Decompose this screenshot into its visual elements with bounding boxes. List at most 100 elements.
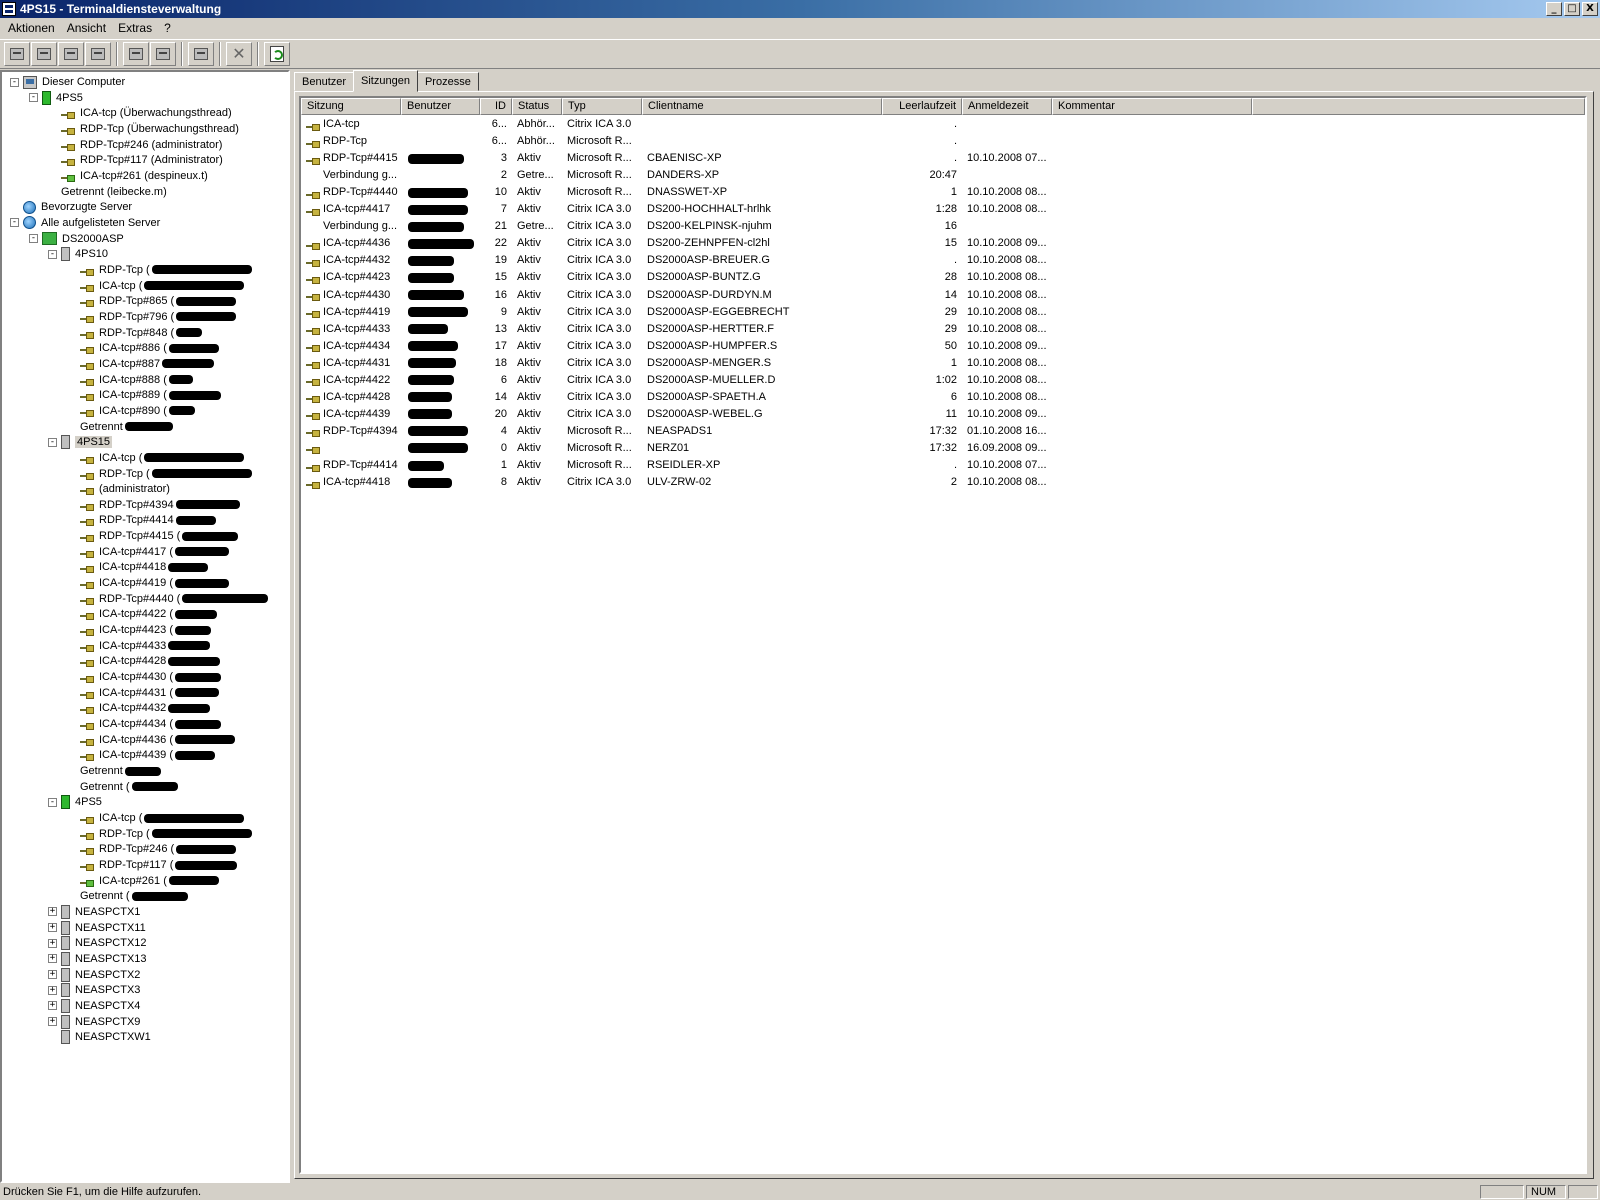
tree-node[interactable]: Getrennt (leibecke.m)	[48, 184, 167, 200]
tree-node[interactable]: + NEASPCTX1	[48, 904, 140, 920]
tree-node[interactable]: ICA-tcp#4418	[67, 559, 209, 575]
tree-node[interactable]: ICA-tcp#261 (	[67, 873, 219, 889]
tree-node[interactable]: - 4PS5	[48, 794, 102, 810]
table-row[interactable]: Verbindung g... 2 Getre... Microsoft R... DA…	[301, 167, 1585, 184]
column-header[interactable]	[1252, 98, 1585, 115]
table-row[interactable]: RDP-Tcp 6... Abhör... Microsoft R....	[301, 133, 1585, 150]
maximize-button[interactable]: □	[1564, 2, 1580, 16]
tree-node[interactable]: + NEASPCTX9	[48, 1014, 140, 1030]
table-row[interactable]: ICA-tcp#4434 17 Aktiv Citrix ICA 3.0 DS2000A…	[301, 338, 1585, 355]
collapse-icon[interactable]: -	[29, 93, 38, 103]
tree-node[interactable]: Getrennt (	[67, 888, 188, 904]
table-row[interactable]: RDP-Tcp#4394 4 Aktiv Microsoft R... NEASPADS…	[301, 423, 1585, 440]
column-header[interactable]: Benutzer	[401, 98, 480, 115]
tree-node[interactable]: Getrennt	[67, 763, 161, 779]
tree-node[interactable]: ICA-tcp (	[67, 278, 245, 294]
tree-node[interactable]: ICA-tcp#4433	[67, 638, 211, 654]
collapse-icon[interactable]: -	[29, 234, 38, 244]
collapse-icon[interactable]: -	[48, 797, 57, 807]
tree-node[interactable]: RDP-Tcp (Überwachungsthread)	[48, 121, 239, 137]
tree-node[interactable]: RDP-Tcp#865 (	[67, 293, 237, 309]
tree-node[interactable]: RDP-Tcp (	[67, 826, 252, 842]
tree-node[interactable]: ICA-tcp (	[67, 450, 245, 466]
table-row[interactable]: ICA-tcp#4418 8 Aktiv Citrix ICA 3.0 ULV-ZRW-…	[301, 474, 1585, 491]
tree-node[interactable]: + NEASPCTX12	[48, 935, 147, 951]
tree-node[interactable]: ICA-tcp#4431 (	[67, 685, 219, 701]
tree-node[interactable]: ICA-tcp#888 (	[67, 372, 193, 388]
tree-node[interactable]: RDP-Tcp#117 (	[67, 857, 238, 873]
expand-icon[interactable]: +	[48, 954, 57, 964]
tree-node[interactable]: - 4PS5	[29, 90, 83, 106]
tree-node[interactable]: (administrator)	[67, 481, 170, 497]
app-icon[interactable]	[2, 2, 16, 16]
table-row[interactable]: ICA-tcp#4428 14 Aktiv Citrix ICA 3.0 DS2000A…	[301, 389, 1585, 406]
tree-node[interactable]: - DS2000ASP	[29, 231, 124, 247]
status-button[interactable]	[150, 42, 176, 66]
refresh-button[interactable]	[264, 42, 290, 66]
table-row[interactable]: ICA-tcp#4433 13 Aktiv Citrix ICA 3.0 DS2000A…	[301, 321, 1585, 338]
tree-node[interactable]: ICA-tcp#4436 (	[67, 732, 235, 748]
tab-prozesse[interactable]: Prozesse	[416, 72, 479, 91]
tree-node[interactable]: ICA-tcp#4430 (	[67, 669, 221, 685]
tree-node[interactable]: + NEASPCTX3	[48, 982, 140, 998]
sessions-list[interactable]: Sitzung Benutzer ID Status Typ Clientname Leer…	[299, 96, 1587, 1174]
tree-node[interactable]: RDP-Tcp#4415 (	[67, 528, 239, 544]
tree-node[interactable]: Getrennt (	[67, 779, 178, 795]
tree-node[interactable]: - 4PS10	[48, 246, 108, 262]
table-row[interactable]: ICA-tcp 6... Abhör... Citrix ICA 3.0.	[301, 116, 1585, 133]
tree-node[interactable]: Getrennt	[67, 419, 173, 435]
collapse-icon[interactable]: -	[48, 437, 57, 447]
remote-control-button[interactable]	[85, 42, 111, 66]
tree-node[interactable]: RDP-Tcp#4394	[67, 497, 240, 513]
tree-node[interactable]: RDP-Tcp#117 (Administrator)	[48, 152, 223, 168]
table-row[interactable]: RDP-Tcp#4414 1 Aktiv Microsoft R... RSEIDLER…	[301, 457, 1585, 474]
disconnect-button[interactable]	[31, 42, 57, 66]
tree-node[interactable]: - Dieser Computer	[10, 74, 125, 90]
column-header[interactable]: Clientname	[642, 98, 882, 115]
connect-button[interactable]	[4, 42, 30, 66]
column-header[interactable]: Typ	[562, 98, 642, 115]
tree-node[interactable]: RDP-Tcp#4440 (	[67, 591, 269, 607]
table-row[interactable]: ICA-tcp#4436 22 Aktiv Citrix ICA 3.0 DS200-Z…	[301, 235, 1585, 252]
tree-node[interactable]: + NEASPCTX11	[48, 920, 146, 936]
expand-icon[interactable]: +	[48, 970, 57, 980]
tree-node[interactable]: ICA-tcp#4439 (	[67, 747, 215, 763]
tab-benutzer[interactable]: Benutzer	[294, 72, 355, 91]
tree-node[interactable]: RDP-Tcp#246 (	[67, 841, 237, 857]
expand-icon[interactable]: +	[48, 923, 57, 933]
tree-node[interactable]: + NEASPCTX4	[48, 998, 140, 1014]
table-row[interactable]: RDP-Tcp#4440 10 Aktiv Microsoft R... DNASSWE…	[301, 184, 1585, 201]
tree-node[interactable]: - 4PS15	[48, 434, 113, 450]
tree-node[interactable]: ICA-tcp (	[67, 810, 245, 826]
table-row[interactable]: Verbindung g... 21 Getre... Citrix ICA 3.0 D…	[301, 218, 1585, 235]
tree-node[interactable]: Bevorzugte Server	[10, 199, 132, 215]
expand-icon[interactable]: +	[48, 907, 57, 917]
send-message-button[interactable]	[58, 42, 84, 66]
logoff-button[interactable]	[188, 42, 214, 66]
tree-node[interactable]: ICA-tcp#4434 (	[67, 716, 221, 732]
tree-node[interactable]: ICA-tcp#886 (	[67, 340, 219, 356]
column-header[interactable]: Leerlaufzeit	[882, 98, 962, 115]
menu-aktionen[interactable]: Aktionen	[2, 19, 61, 37]
table-row[interactable]: ICA-tcp#4422 6 Aktiv Citrix ICA 3.0 DS2000AS…	[301, 372, 1585, 389]
close-button[interactable]: X	[1582, 2, 1598, 16]
table-row[interactable]: ICA-tcp#4432 19 Aktiv Citrix ICA 3.0 DS2000A…	[301, 252, 1585, 269]
tree-node[interactable]: + NEASPCTX2	[48, 967, 140, 983]
table-row[interactable]: ICA-tcp#4423 15 Aktiv Citrix ICA 3.0 DS2000A…	[301, 269, 1585, 286]
tree-node[interactable]: RDP-Tcp#796 (	[67, 309, 237, 325]
tree-node[interactable]: ICA-tcp#887	[67, 356, 215, 372]
tree-node[interactable]: RDP-Tcp#848 (	[67, 325, 203, 341]
collapse-icon[interactable]: -	[10, 218, 19, 228]
column-header[interactable]: Sitzung	[301, 98, 401, 115]
tree-node[interactable]: RDP-Tcp (	[67, 466, 252, 482]
tree-node[interactable]: ICA-tcp#4428	[67, 653, 221, 669]
tree-node[interactable]: RDP-Tcp#246 (administrator)	[48, 137, 222, 153]
tree-node[interactable]: ICA-tcp#4417 (	[67, 544, 229, 560]
menu-extras[interactable]: Extras	[112, 19, 158, 37]
column-header[interactable]: ID	[480, 98, 512, 115]
column-header[interactable]: Kommentar	[1052, 98, 1252, 115]
tree-node[interactable]: - Alle aufgelisteten Server	[10, 215, 160, 231]
tree-node[interactable]: ICA-tcp#890 (	[67, 403, 195, 419]
tree-node[interactable]: ICA-tcp#4422 (	[67, 606, 217, 622]
column-header[interactable]: Status	[512, 98, 562, 115]
